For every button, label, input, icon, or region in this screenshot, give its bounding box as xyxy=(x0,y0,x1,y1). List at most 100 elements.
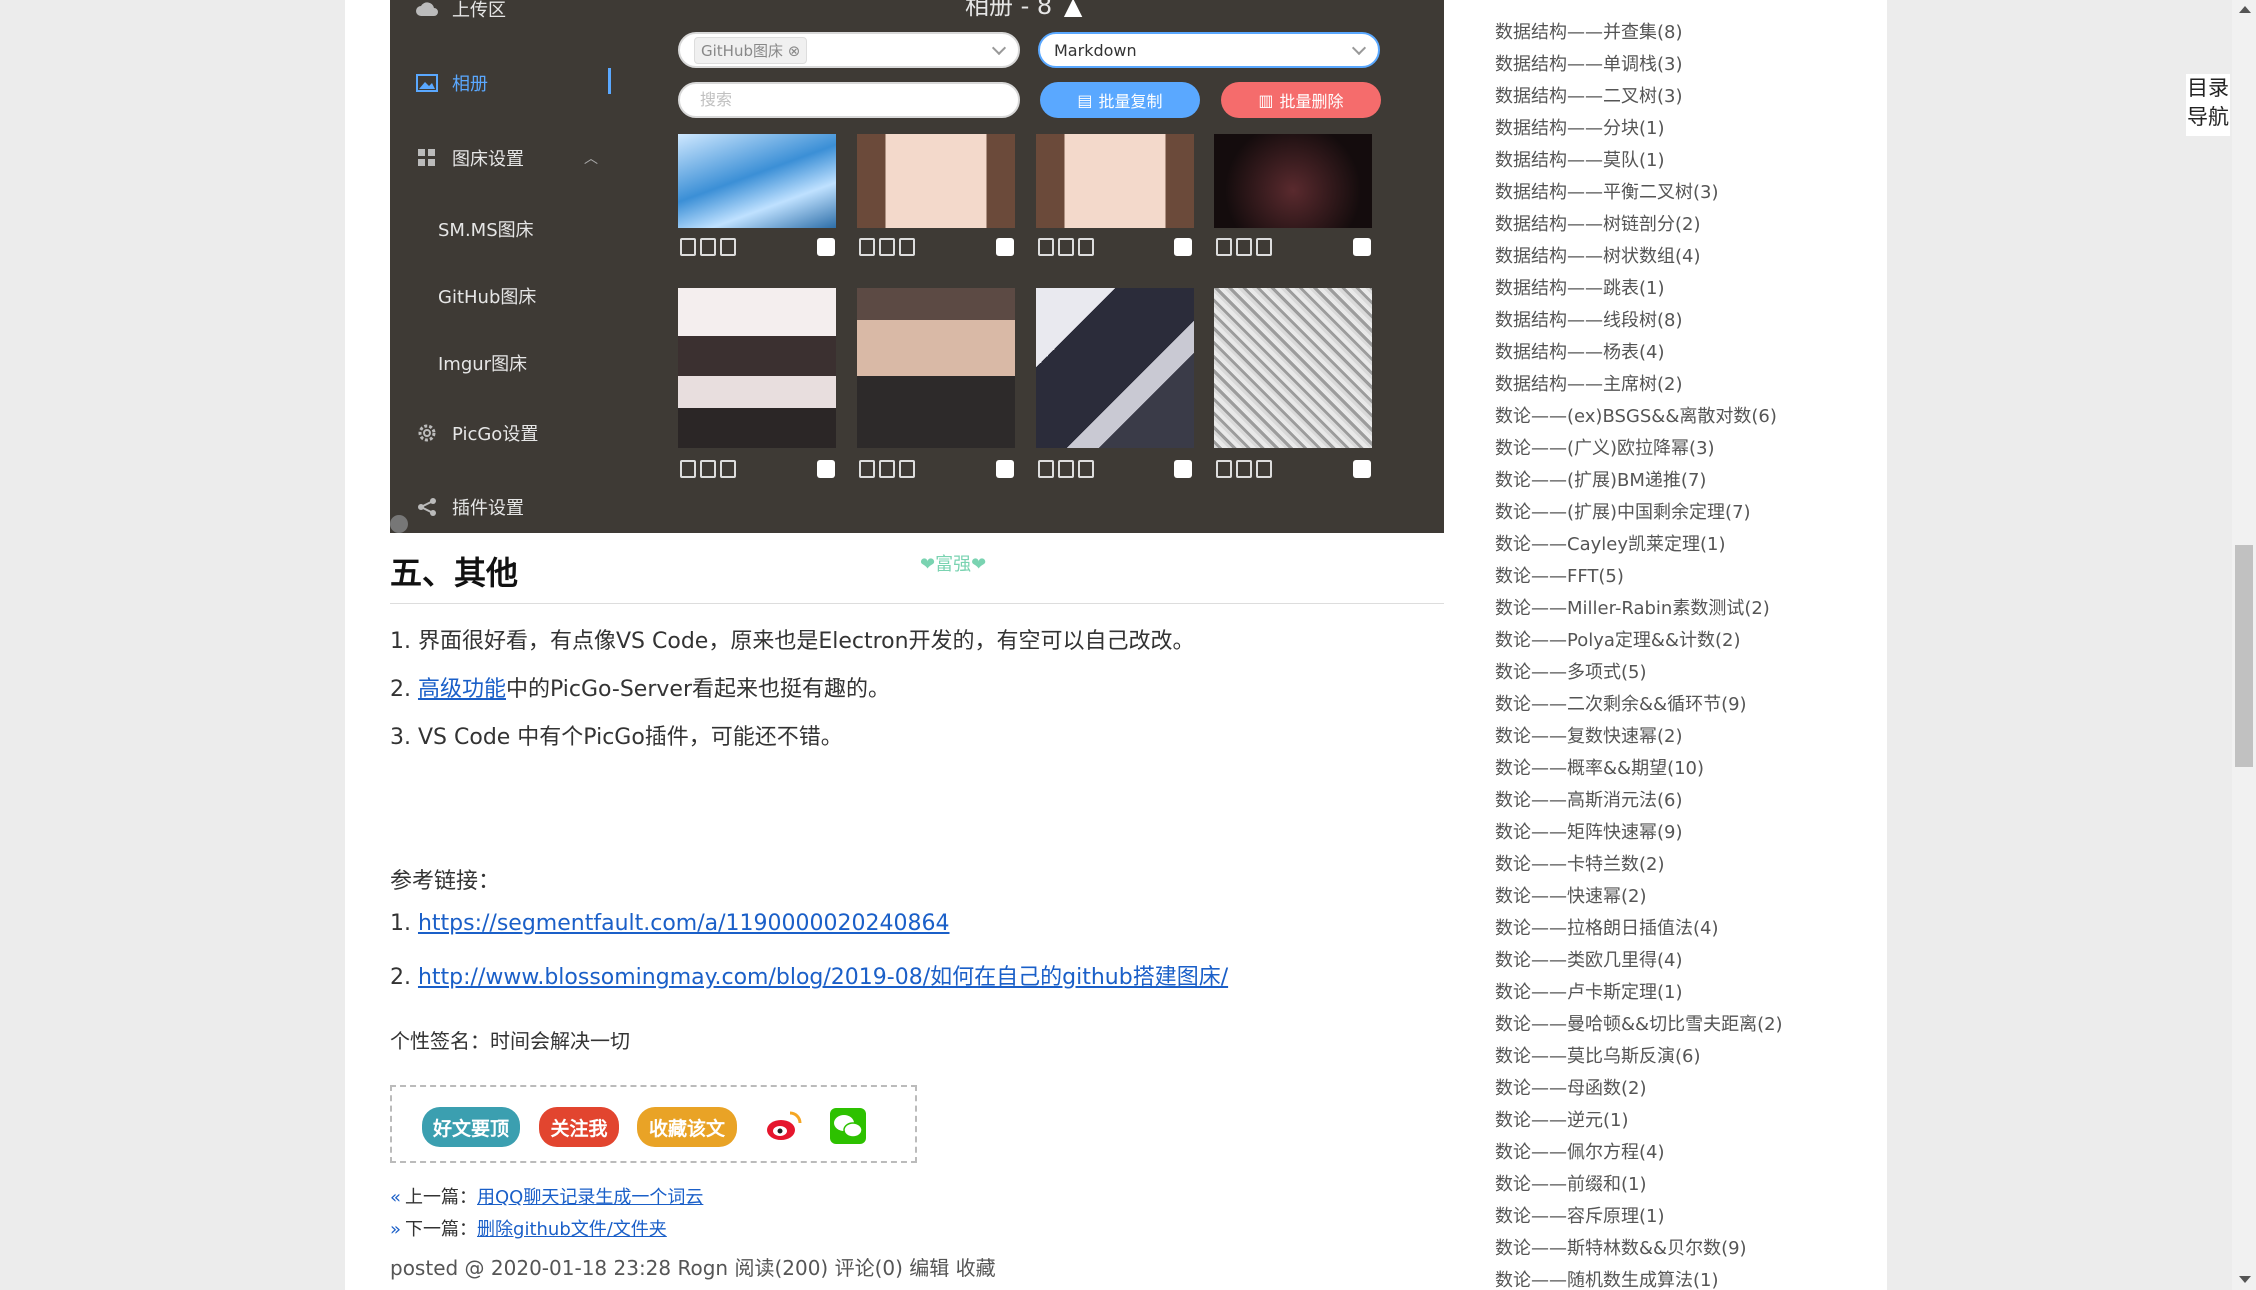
category-link[interactable]: 数据结构——跳表(1) xyxy=(1495,274,1665,300)
image-actions xyxy=(680,460,736,478)
edit-icon xyxy=(879,460,895,478)
select-checkbox xyxy=(1353,460,1371,478)
album-image xyxy=(1214,288,1372,448)
category-link[interactable]: 数论——斯特林数&&贝尔数(9) xyxy=(1495,1234,1747,1260)
batch-delete-button: ▥ 批量删除 xyxy=(1221,82,1381,118)
category-link[interactable]: 数论——二次剩余&&循环节(9) xyxy=(1495,690,1747,716)
image-icon xyxy=(416,72,438,94)
trash-icon xyxy=(1256,460,1272,478)
category-link[interactable]: 数论——卡特兰数(2) xyxy=(1495,850,1665,876)
list-item: 1. 界面很好看，有点像VS Code，原来也是Electron开发的，有空可以… xyxy=(390,629,1195,654)
category-link[interactable]: 数论——(广义)欧拉降幂(3) xyxy=(1495,434,1715,460)
picgo-sidebar: 上传区 相册 图床设置 ︿ SM.MS图床 GitHub图床 Imgur图床 P… xyxy=(390,0,645,533)
category-link[interactable]: 数论——(ex)BSGS&&离散对数(6) xyxy=(1495,402,1777,428)
bed-select: GitHub图床 ⊗ xyxy=(678,32,1020,68)
share-icon xyxy=(416,496,438,518)
category-link[interactable]: 数论——卢卡斯定理(1) xyxy=(1495,978,1683,1004)
sidebar-item-upload: 上传区 xyxy=(416,0,506,22)
category-link[interactable]: 数论——佩尔方程(4) xyxy=(1495,1138,1665,1164)
copy-icon xyxy=(1038,238,1054,256)
scroll-up-icon[interactable] xyxy=(2239,6,2251,13)
category-link[interactable]: 数论——矩阵快速幂(9) xyxy=(1495,818,1683,844)
trash-icon xyxy=(899,238,915,256)
category-link[interactable]: 数据结构——树状数组(4) xyxy=(1495,242,1701,268)
copy-icon xyxy=(1038,460,1054,478)
scroll-down-icon[interactable] xyxy=(2239,1276,2251,1283)
category-link[interactable]: 数论——容斥原理(1) xyxy=(1495,1202,1665,1228)
category-link[interactable]: 数论——随机数生成算法(1) xyxy=(1495,1266,1719,1290)
category-link[interactable]: 数论——多项式(5) xyxy=(1495,658,1647,684)
caret-up-icon: ▲ xyxy=(1063,0,1083,20)
divider xyxy=(390,603,1444,604)
sidebar-item-github: GitHub图床 xyxy=(438,287,537,308)
album-image xyxy=(678,288,836,448)
recommend-button[interactable]: 好文要顶 xyxy=(422,1107,520,1147)
ref-link-1[interactable]: https://segmentfault.com/a/1190000020240… xyxy=(418,911,950,936)
category-link[interactable]: 数据结构——主席树(2) xyxy=(1495,370,1683,396)
image-actions xyxy=(1216,460,1272,478)
category-link[interactable]: 数据结构——线段树(8) xyxy=(1495,306,1683,332)
edit-icon xyxy=(879,238,895,256)
category-link[interactable]: 数论——FFT(5) xyxy=(1495,562,1624,588)
category-link[interactable]: 数据结构——平衡二叉树(3) xyxy=(1495,178,1719,204)
post-meta: posted @ 2020-01-18 23:28 Rogn 阅读(200) 评… xyxy=(390,1256,996,1280)
weibo-icon[interactable] xyxy=(764,1107,802,1145)
category-link[interactable]: 数据结构——分块(1) xyxy=(1495,114,1665,140)
category-link[interactable]: 数论——逆元(1) xyxy=(1495,1106,1629,1132)
category-link[interactable]: 数据结构——单调栈(3) xyxy=(1495,50,1683,76)
ref-link-2[interactable]: http://www.blossomingmay.com/blog/2019-0… xyxy=(418,965,1228,990)
picgo-screenshot: 上传区 相册 图床设置 ︿ SM.MS图床 GitHub图床 Imgur图床 P… xyxy=(390,0,1444,533)
album-image xyxy=(1036,134,1194,228)
search-input: 搜索 xyxy=(678,82,1020,118)
trash-icon xyxy=(1078,460,1094,478)
list-item: 3. VS Code 中有个PicGo插件，可能还不错。 xyxy=(390,725,843,750)
next-post-link[interactable]: 删除github文件/文件夹 xyxy=(477,1219,667,1240)
scrollbar-thumb[interactable] xyxy=(2235,545,2253,767)
ref-item: 2. http://www.blossomingmay.com/blog/201… xyxy=(390,965,1229,990)
category-link[interactable]: 数论——(扩展)BM递推(7) xyxy=(1495,466,1706,492)
image-actions xyxy=(1216,238,1272,256)
trash-icon: ▥ xyxy=(1258,90,1274,110)
category-link[interactable]: 数论——母函数(2) xyxy=(1495,1074,1647,1100)
category-link[interactable]: 数论——类欧几里得(4) xyxy=(1495,946,1683,972)
select-checkbox xyxy=(817,460,835,478)
category-link[interactable]: 数据结构——树链剖分(2) xyxy=(1495,210,1701,236)
trash-icon xyxy=(899,460,915,478)
ref-item: 1. https://segmentfault.com/a/1190000020… xyxy=(390,911,950,936)
edit-icon xyxy=(700,460,716,478)
category-link[interactable]: 数据结构——杨表(4) xyxy=(1495,338,1665,364)
copy-icon xyxy=(859,238,875,256)
category-link[interactable]: 数据结构——二叉树(3) xyxy=(1495,82,1683,108)
edit-icon xyxy=(1058,460,1074,478)
category-link[interactable]: 数论——前缀和(1) xyxy=(1495,1170,1647,1196)
category-link[interactable]: 数论——(扩展)中国剩余定理(7) xyxy=(1495,498,1751,524)
copy-icon xyxy=(1216,460,1232,478)
category-link[interactable]: 数据结构——并查集(8) xyxy=(1495,18,1683,44)
category-link[interactable]: 数论——复数快速幂(2) xyxy=(1495,722,1683,748)
wechat-icon[interactable] xyxy=(829,1107,867,1145)
select-checkbox xyxy=(996,238,1014,256)
category-link[interactable]: 数论——曼哈顿&&切比雪夫距离(2) xyxy=(1495,1010,1783,1036)
category-link[interactable]: 数论——莫比乌斯反演(6) xyxy=(1495,1042,1701,1068)
select-checkbox xyxy=(1174,460,1192,478)
album-title: 相册 - 8 ▲ xyxy=(965,0,1082,21)
copy-icon xyxy=(859,460,875,478)
favorite-button[interactable]: 收藏该文 xyxy=(637,1107,737,1147)
category-link[interactable]: 数论——Cayley凯莱定理(1) xyxy=(1495,530,1725,556)
image-actions xyxy=(1038,460,1094,478)
category-link[interactable]: 数论——Polya定理&&计数(2) xyxy=(1495,626,1740,652)
share-box: 好文要顶 关注我 收藏该文 xyxy=(390,1085,917,1163)
refs-label: 参考链接： xyxy=(390,869,501,894)
prev-post-link[interactable]: 用QQ聊天记录生成一个词云 xyxy=(477,1187,703,1208)
category-link[interactable]: 数论——拉格朗日插值法(4) xyxy=(1495,914,1719,940)
category-link[interactable]: 数据结构——莫队(1) xyxy=(1495,146,1665,172)
category-link[interactable]: 数论——高斯消元法(6) xyxy=(1495,786,1683,812)
follow-button[interactable]: 关注我 xyxy=(539,1107,619,1147)
prev-post: «上一篇：用QQ聊天记录生成一个词云 xyxy=(390,1187,704,1208)
category-link[interactable]: 数论——概率&&期望(10) xyxy=(1495,754,1704,780)
album-image xyxy=(678,134,836,228)
advanced-features-link[interactable]: 高级功能 xyxy=(418,677,506,702)
category-link[interactable]: 数论——Miller-Rabin素数测试(2) xyxy=(1495,594,1770,620)
toc-nav-button[interactable]: 目录 导航 xyxy=(2186,74,2230,136)
category-link[interactable]: 数论——快速幂(2) xyxy=(1495,882,1647,908)
